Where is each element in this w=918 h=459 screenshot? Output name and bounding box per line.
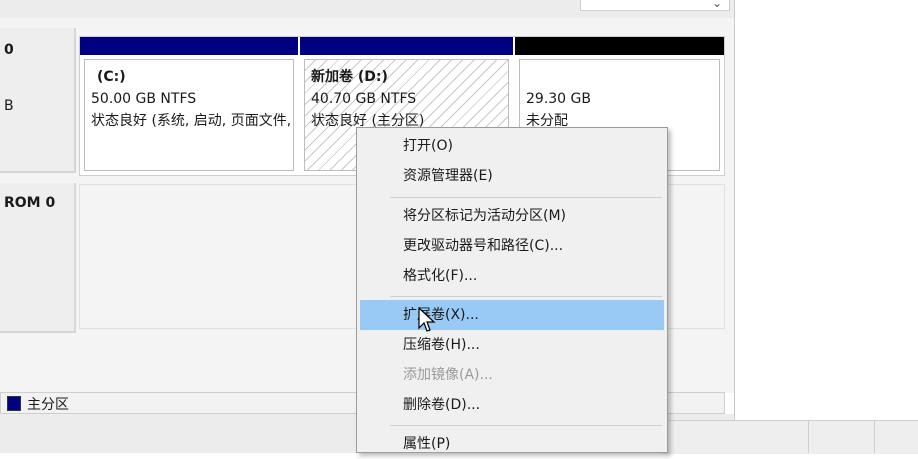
menu-item-open[interactable]: 打开(O) — [360, 131, 664, 161]
status-bar — [660, 420, 918, 454]
primary-partition-swatch — [7, 396, 21, 411]
menu-item-properties[interactable]: 属性(P) — [360, 429, 664, 459]
status-divider — [874, 420, 875, 453]
scroll-arrow-icon[interactable]: ⌄ — [712, 0, 722, 10]
menu-item-format[interactable]: 格式化(F)... — [360, 261, 664, 291]
menu-item-extend-volume[interactable]: 扩展卷(X)... — [360, 300, 664, 330]
partition-c-name: (C:) — [97, 69, 126, 85]
legend-primary-label: 主分区 — [27, 397, 69, 413]
cdrom-0-label[interactable]: ROM 0 — [0, 183, 76, 333]
partition-c-size: 50.00 GB NTFS — [91, 91, 197, 107]
context-menu: 打开(O) 资源管理器(E) 将分区标记为活动分区(M) 更改驱动器号和路径(C… — [356, 127, 668, 453]
partition-c-bar — [80, 37, 298, 55]
top-scrollbar[interactable] — [580, 0, 730, 11]
menu-item-delete-volume[interactable]: 删除卷(D)... — [360, 390, 664, 420]
partition-c-status: 状态良好 (系统, 启动, 页面文件, 活动, 故障转储, 主分区) — [91, 113, 293, 129]
disk-0-name: 0 — [4, 42, 14, 58]
menu-separator — [390, 296, 662, 297]
disk-0-label[interactable]: 0 B — [0, 28, 76, 173]
cdrom-0-name: ROM 0 — [4, 195, 56, 211]
menu-item-mark-active[interactable]: 将分区标记为活动分区(M) — [360, 201, 664, 231]
menu-item-explorer[interactable]: 资源管理器(E) — [360, 161, 664, 191]
menu-item-shrink-volume[interactable]: 压缩卷(H)... — [360, 330, 664, 360]
menu-separator — [390, 197, 662, 198]
partition-d-bar — [300, 37, 513, 55]
status-divider — [808, 420, 809, 453]
partition-d-name: 新加卷 (D:) — [311, 69, 388, 85]
partition-unallocated-name — [526, 66, 713, 88]
menu-item-add-mirror: 添加镜像(A)... — [403, 367, 493, 383]
partition-c[interactable]: (C:) 50.00 GB NTFS 状态良好 (系统, 启动, 页面文件, 活… — [80, 37, 298, 175]
partition-unallocated-bar — [515, 37, 724, 55]
top-toolbar-area: ⌄ — [0, 0, 734, 19]
disk-0-size: B — [4, 98, 14, 114]
menu-separator — [390, 425, 662, 426]
partition-c-body[interactable]: (C:) 50.00 GB NTFS 状态良好 (系统, 启动, 页面文件, 活… — [84, 59, 294, 171]
window-right-area — [734, 0, 918, 453]
partition-d-size: 40.70 GB NTFS — [311, 91, 417, 107]
partition-unallocated-size: 29.30 GB — [526, 91, 591, 107]
menu-item-change-drive-letter[interactable]: 更改驱动器号和路径(C)... — [360, 231, 664, 261]
mouse-cursor-icon — [418, 307, 436, 332]
